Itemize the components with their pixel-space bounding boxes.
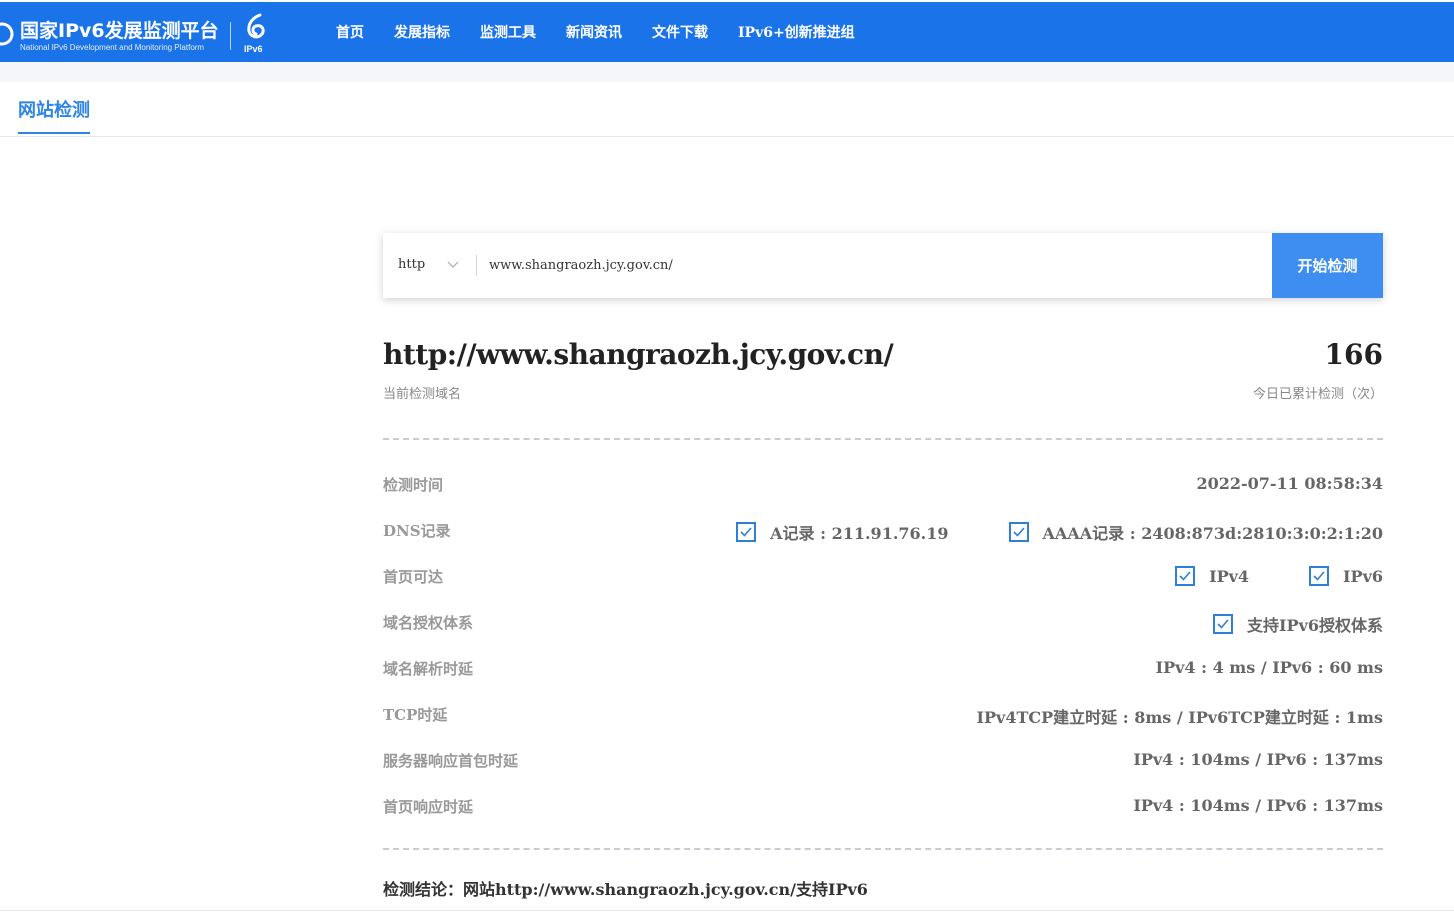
tcp-delay-value: IPv4TCP建立时延 : 8ms / IPv6TCP建立时延 : 1ms [976,708,1383,727]
protocol-select[interactable]: http [383,233,476,298]
main-nav: 首页 发展指标 监测工具 新闻资讯 文件下载 IPv6+创新推进组 [336,2,885,62]
chevron-down-icon [447,261,459,268]
nav-tools[interactable]: 监测工具 [480,2,536,62]
row-label: 首页可达 [383,568,444,586]
logo-divider [230,22,231,50]
a-record: A记录 : 211.91.76.19 [770,524,949,543]
auth-value: 支持IPv6授权体系 [1247,616,1383,635]
ipv6-logo-label: IPv6 [244,44,263,54]
today-count-caption: 今日已累计检测（次） [1252,387,1383,402]
logo-title[interactable]: 国家IPv6发展监测平台 [20,16,219,43]
logo-subtitle: National IPv6 Development and Monitoring… [20,43,205,52]
conclusion-text: 网站http://www.shangraozh.jcy.gov.cn/支持IPv… [463,880,868,899]
conclusion: 检测结论：网站http://www.shangraozh.jcy.gov.cn/… [383,876,868,900]
row-check-time: 检测时间 2022-07-11 08:58:34 [383,472,1383,496]
row-auth: 域名授权体系 支持IPv6授权体系 [383,610,1383,636]
tab-website-check[interactable]: 网站检测 [18,96,90,134]
url-input[interactable] [489,233,1259,298]
protocol-value: http [398,257,426,272]
row-label: DNS记录 [383,522,451,540]
top-header: 国家IPv6发展监测平台 National IPv6 Development a… [0,2,1454,62]
ipv6-logo-icon [247,13,265,39]
homepage-response-value: IPv4 : 104ms / IPv6 : 137ms [1133,796,1383,815]
reach-ipv4: IPv4 [1209,566,1250,586]
logo-icon [0,22,14,46]
resolve-delay-value: IPv4 : 4 ms / IPv6 : 60 ms [1155,658,1383,677]
nav-ipv6-plus[interactable]: IPv6+创新推进组 [738,2,855,62]
start-check-button[interactable]: 开始检测 [1272,233,1383,298]
check-time-value: 2022-07-11 08:58:34 [1196,474,1383,493]
conclusion-label: 检测结论： [383,880,464,899]
row-label: 域名授权体系 [383,614,474,632]
server-first-packet-value: IPv4 : 104ms / IPv6 : 137ms [1133,750,1383,769]
check-icon [736,522,757,542]
row-label: TCP时延 [383,706,448,724]
row-label: 首页响应时延 [383,798,474,816]
reach-ipv6: IPv6 [1343,566,1383,586]
nav-downloads[interactable]: 文件下载 [652,2,708,62]
check-icon [1175,566,1196,586]
dns-values: A记录 : 211.91.76.19 AAAA记录 : 2408:873d:28… [736,520,1383,544]
today-count: 166 [1324,338,1383,371]
dashed-divider [383,848,1383,850]
dashed-divider [383,438,1383,440]
header-spacer [0,62,1454,82]
row-label: 检测时间 [383,476,444,494]
aaaa-record: AAAA记录 : 2408:873d:2810:3:0:2:1:20 [1042,524,1384,543]
auth-values: 支持IPv6授权体系 [1213,612,1383,636]
bottom-divider [0,910,1454,911]
checked-domain: http://www.shangraozh.jcy.gov.cn/ [383,338,894,371]
check-icon [1008,522,1029,542]
nav-home[interactable]: 首页 [336,2,364,62]
row-dns: DNS记录 A记录 : 211.91.76.19 AAAA记录 : 2408:8… [383,518,1383,544]
homepage-reach-values: IPv4 IPv6 [1175,566,1383,586]
row-server-first-packet: 服务器响应首包时延 IPv4 : 104ms / IPv6 : 137ms [383,748,1383,772]
tab-bar: 网站检测 [0,82,1454,137]
check-icon [1213,614,1234,634]
row-label: 服务器响应首包时延 [383,752,519,770]
row-label: 域名解析时延 [383,660,474,678]
row-homepage-response: 首页响应时延 IPv4 : 104ms / IPv6 : 137ms [383,794,1383,818]
nav-news[interactable]: 新闻资讯 [566,2,622,62]
row-resolve-delay: 域名解析时延 IPv4 : 4 ms / IPv6 : 60 ms [383,656,1383,680]
row-tcp-delay: TCP时延 IPv4TCP建立时延 : 8ms / IPv6TCP建立时延 : … [383,702,1383,727]
row-homepage-reach: 首页可达 IPv4 IPv6 [383,564,1383,588]
search-bar: http 开始检测 [383,233,1383,298]
select-divider [476,255,477,276]
check-icon [1309,566,1330,586]
nav-indicators[interactable]: 发展指标 [394,2,450,62]
domain-caption: 当前检测域名 [383,387,462,402]
